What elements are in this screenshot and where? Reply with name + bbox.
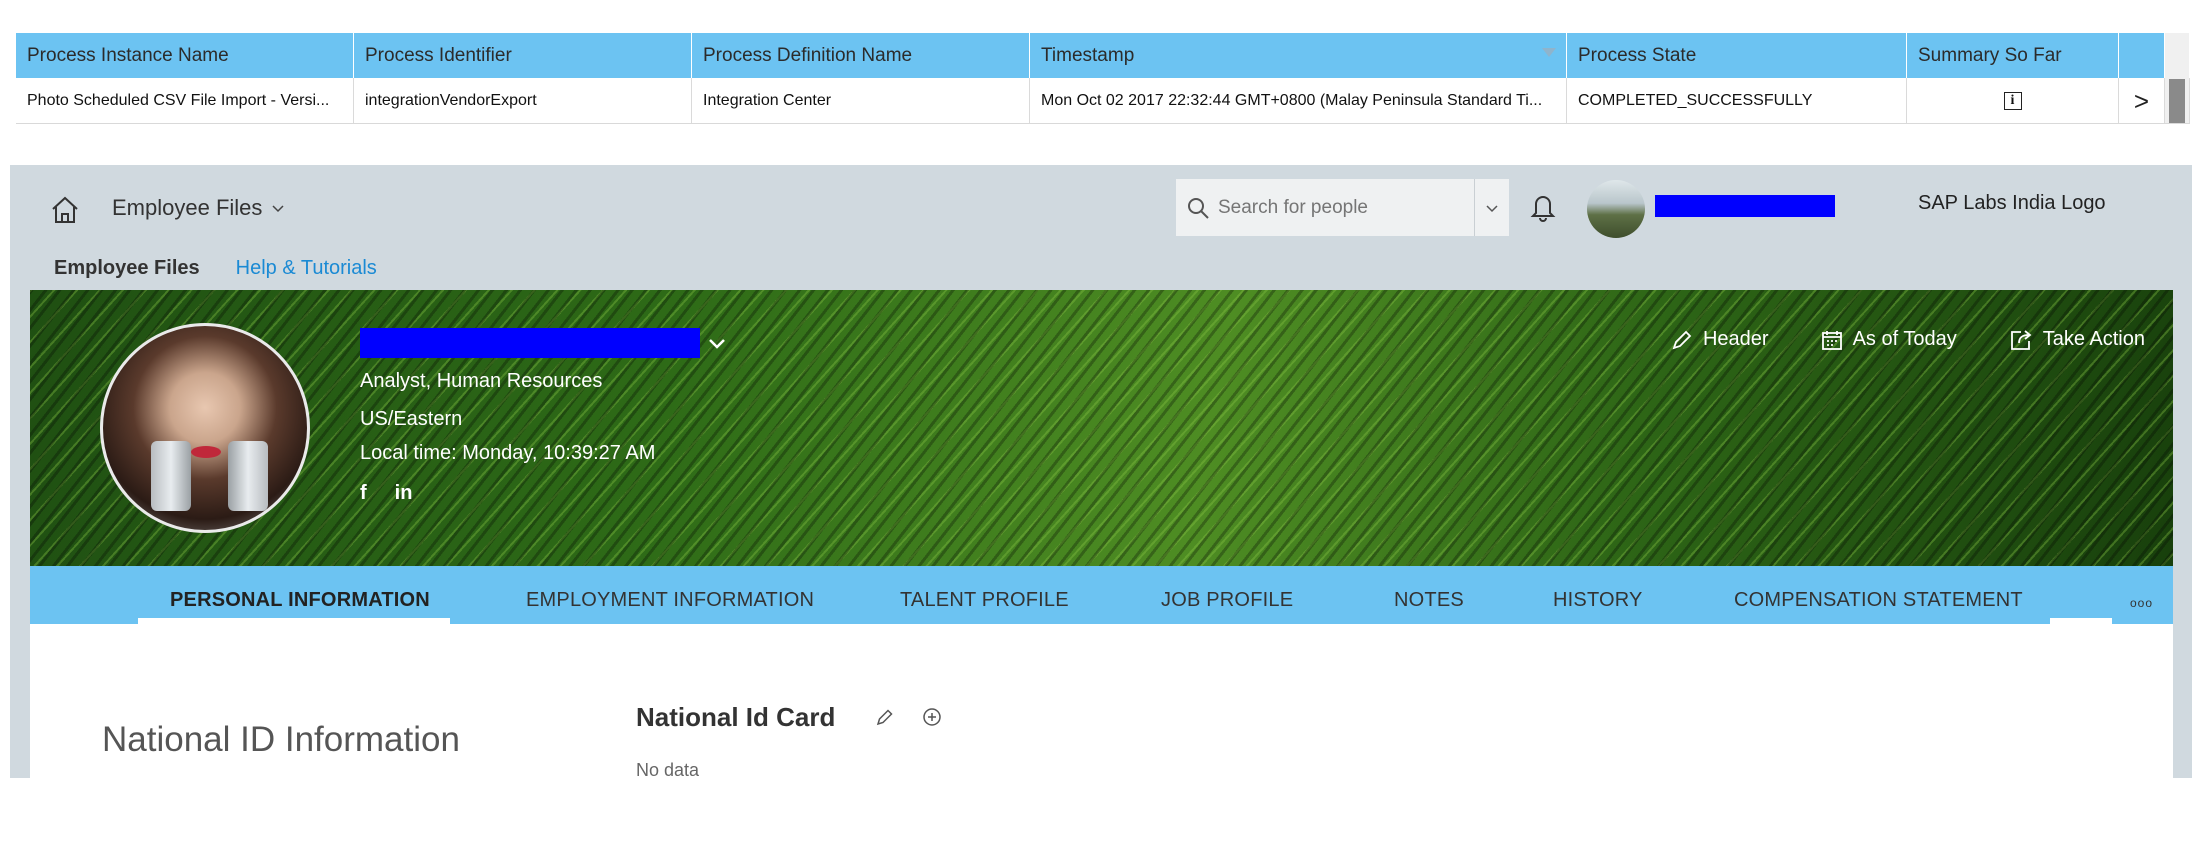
cell-summary: i [1907,78,2119,123]
scrollbar-thumb[interactable] [2169,78,2185,123]
search-input[interactable] [1216,195,1470,220]
bell-icon[interactable] [1528,191,1558,223]
section-title: National ID Information [102,720,460,759]
column-header-summary[interactable]: Summary So Far [1907,33,2119,78]
main-content: National ID Information National Id Card… [30,624,2173,778]
chevron-down-icon [1486,204,1498,212]
search-dropdown-button[interactable] [1474,179,1509,236]
cell-instance-name: Photo Scheduled CSV File Import - Versi.… [16,78,354,123]
card-title: National Id Card [636,702,836,732]
calendar-icon [1821,330,1842,350]
subnav-employee-files[interactable]: Employee Files [54,257,200,280]
take-action-button[interactable]: Take Action [2009,328,2145,351]
user-name-redacted[interactable] [1655,195,1835,217]
employee-local-time: Local time: Monday, 10:39:27 AM [360,442,656,464]
as-of-today-label: As of Today [1852,328,1957,350]
chevron-down-icon [272,205,284,213]
column-header-definition-name[interactable]: Process Definition Name [692,33,1030,78]
employee-name-redacted [360,328,700,358]
product-menu-label: Employee Files [112,195,263,220]
company-logo[interactable]: SAP Labs India Logo [1918,192,2106,215]
linkedin-icon[interactable]: in [395,482,413,505]
column-header-instance-name[interactable]: Process Instance Name [16,33,354,78]
cell-definition-name: Integration Center [692,78,1030,123]
column-header-process-state[interactable]: Process State [1567,33,1907,78]
header-button-label: Header [1702,328,1769,350]
table-row[interactable]: Photo Scheduled CSV File Import - Versi.… [16,78,2190,124]
pencil-icon [1672,330,1692,349]
photo-detail [151,441,191,511]
chevron-down-icon[interactable] [706,332,728,354]
tab-personal-information[interactable]: PERSONAL INFORMATION [170,589,430,612]
column-header-timestamp[interactable]: Timestamp [1030,33,1567,78]
photo-detail [228,441,268,511]
people-search[interactable] [1176,179,1509,236]
subnav-help-tutorials[interactable]: Help & Tutorials [236,257,377,280]
info-icon[interactable]: i [2003,91,2022,110]
take-action-label: Take Action [2042,328,2145,350]
employee-timezone: US/Eastern [360,408,463,430]
tab-history[interactable]: HISTORY [1553,589,1643,612]
cell-process-state: COMPLETED_SUCCESSFULLY [1567,78,1907,123]
employee-title: Analyst, Human Resources [360,370,603,392]
tab-job-profile[interactable]: JOB PROFILE [1161,589,1293,612]
table-header-row: Process Instance Name Process Identifier… [16,33,2190,78]
cell-identifier: integrationVendorExport [354,78,692,123]
more-options-icon[interactable]: ooo [2130,596,2153,610]
scrollbar-header [2165,33,2190,78]
facebook-icon[interactable]: f [360,482,367,505]
column-header-identifier[interactable]: Process Identifier [354,33,692,78]
vertical-scrollbar[interactable] [2165,78,2190,123]
pencil-icon[interactable] [876,708,894,726]
search-icon [1188,197,1209,219]
user-avatar[interactable] [1587,180,1645,238]
home-icon[interactable] [50,195,80,225]
add-circle-icon[interactable] [922,707,942,727]
tab-notes[interactable]: NOTES [1394,589,1464,612]
column-header-timestamp-label: Timestamp [1041,44,1135,66]
cell-timestamp: Mon Oct 02 2017 22:32:44 GMT+0800 (Malay… [1030,78,1567,123]
sub-navigation: Employee Files Help & Tutorials [54,257,377,280]
profile-banner: Analyst, Human Resources US/Eastern Loca… [30,290,2173,566]
social-links: f in [360,482,412,505]
app-window: Employee Files SAP Labs India Logo [10,165,2192,778]
tab-compensation-statement[interactable]: COMPENSATION STATEMENT [1734,589,2023,612]
share-icon [2010,329,2032,350]
tab-talent-profile[interactable]: TALENT PROFILE [900,589,1069,612]
column-header-actions [2119,33,2165,78]
tab-employment-information[interactable]: EMPLOYMENT INFORMATION [526,589,814,612]
header-button[interactable]: Header [1671,328,1769,351]
chevron-right-icon[interactable]: > [2134,88,2149,114]
cell-row-action: > [2119,78,2165,123]
process-table: Process Instance Name Process Identifier… [16,33,2190,124]
filter-sort-icon[interactable] [1542,48,1556,57]
employee-name-row[interactable] [360,328,728,358]
photo-detail [191,446,221,458]
shell-bar: Employee Files SAP Labs India Logo [10,165,2192,290]
product-menu[interactable]: Employee Files [112,195,286,221]
profile-photo[interactable] [100,323,310,533]
no-data-text: No data [636,760,700,778]
as-of-today-button[interactable]: As of Today [1821,328,1957,351]
banner-actions: Header As of Today Take Action [1671,328,2145,351]
section-tabs: PERSONAL INFORMATION EMPLOYMENT INFORMAT… [30,566,2173,624]
